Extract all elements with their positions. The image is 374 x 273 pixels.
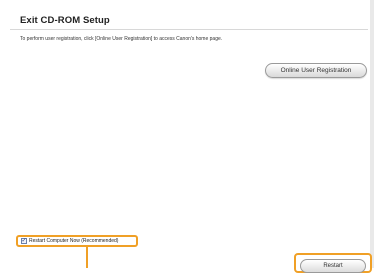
restart-now-highlight: ✓ Restart Computer Now (Recommended) (16, 235, 138, 247)
title-divider (10, 29, 368, 30)
callout-line-checkbox (86, 247, 88, 268)
setup-window: Exit CD-ROM Setup To perform user regist… (0, 0, 374, 273)
restart-highlight: Restart (294, 253, 372, 273)
restart-button[interactable]: Restart (300, 259, 366, 273)
page-title: Exit CD-ROM Setup (20, 15, 110, 26)
restart-now-checkbox[interactable]: ✓ (21, 238, 27, 244)
instruction-text: To perform user registration, click [Onl… (20, 36, 223, 42)
restart-now-label[interactable]: Restart Computer Now (Recommended) (29, 238, 118, 244)
online-user-registration-button[interactable]: Online User Registration (265, 63, 367, 78)
